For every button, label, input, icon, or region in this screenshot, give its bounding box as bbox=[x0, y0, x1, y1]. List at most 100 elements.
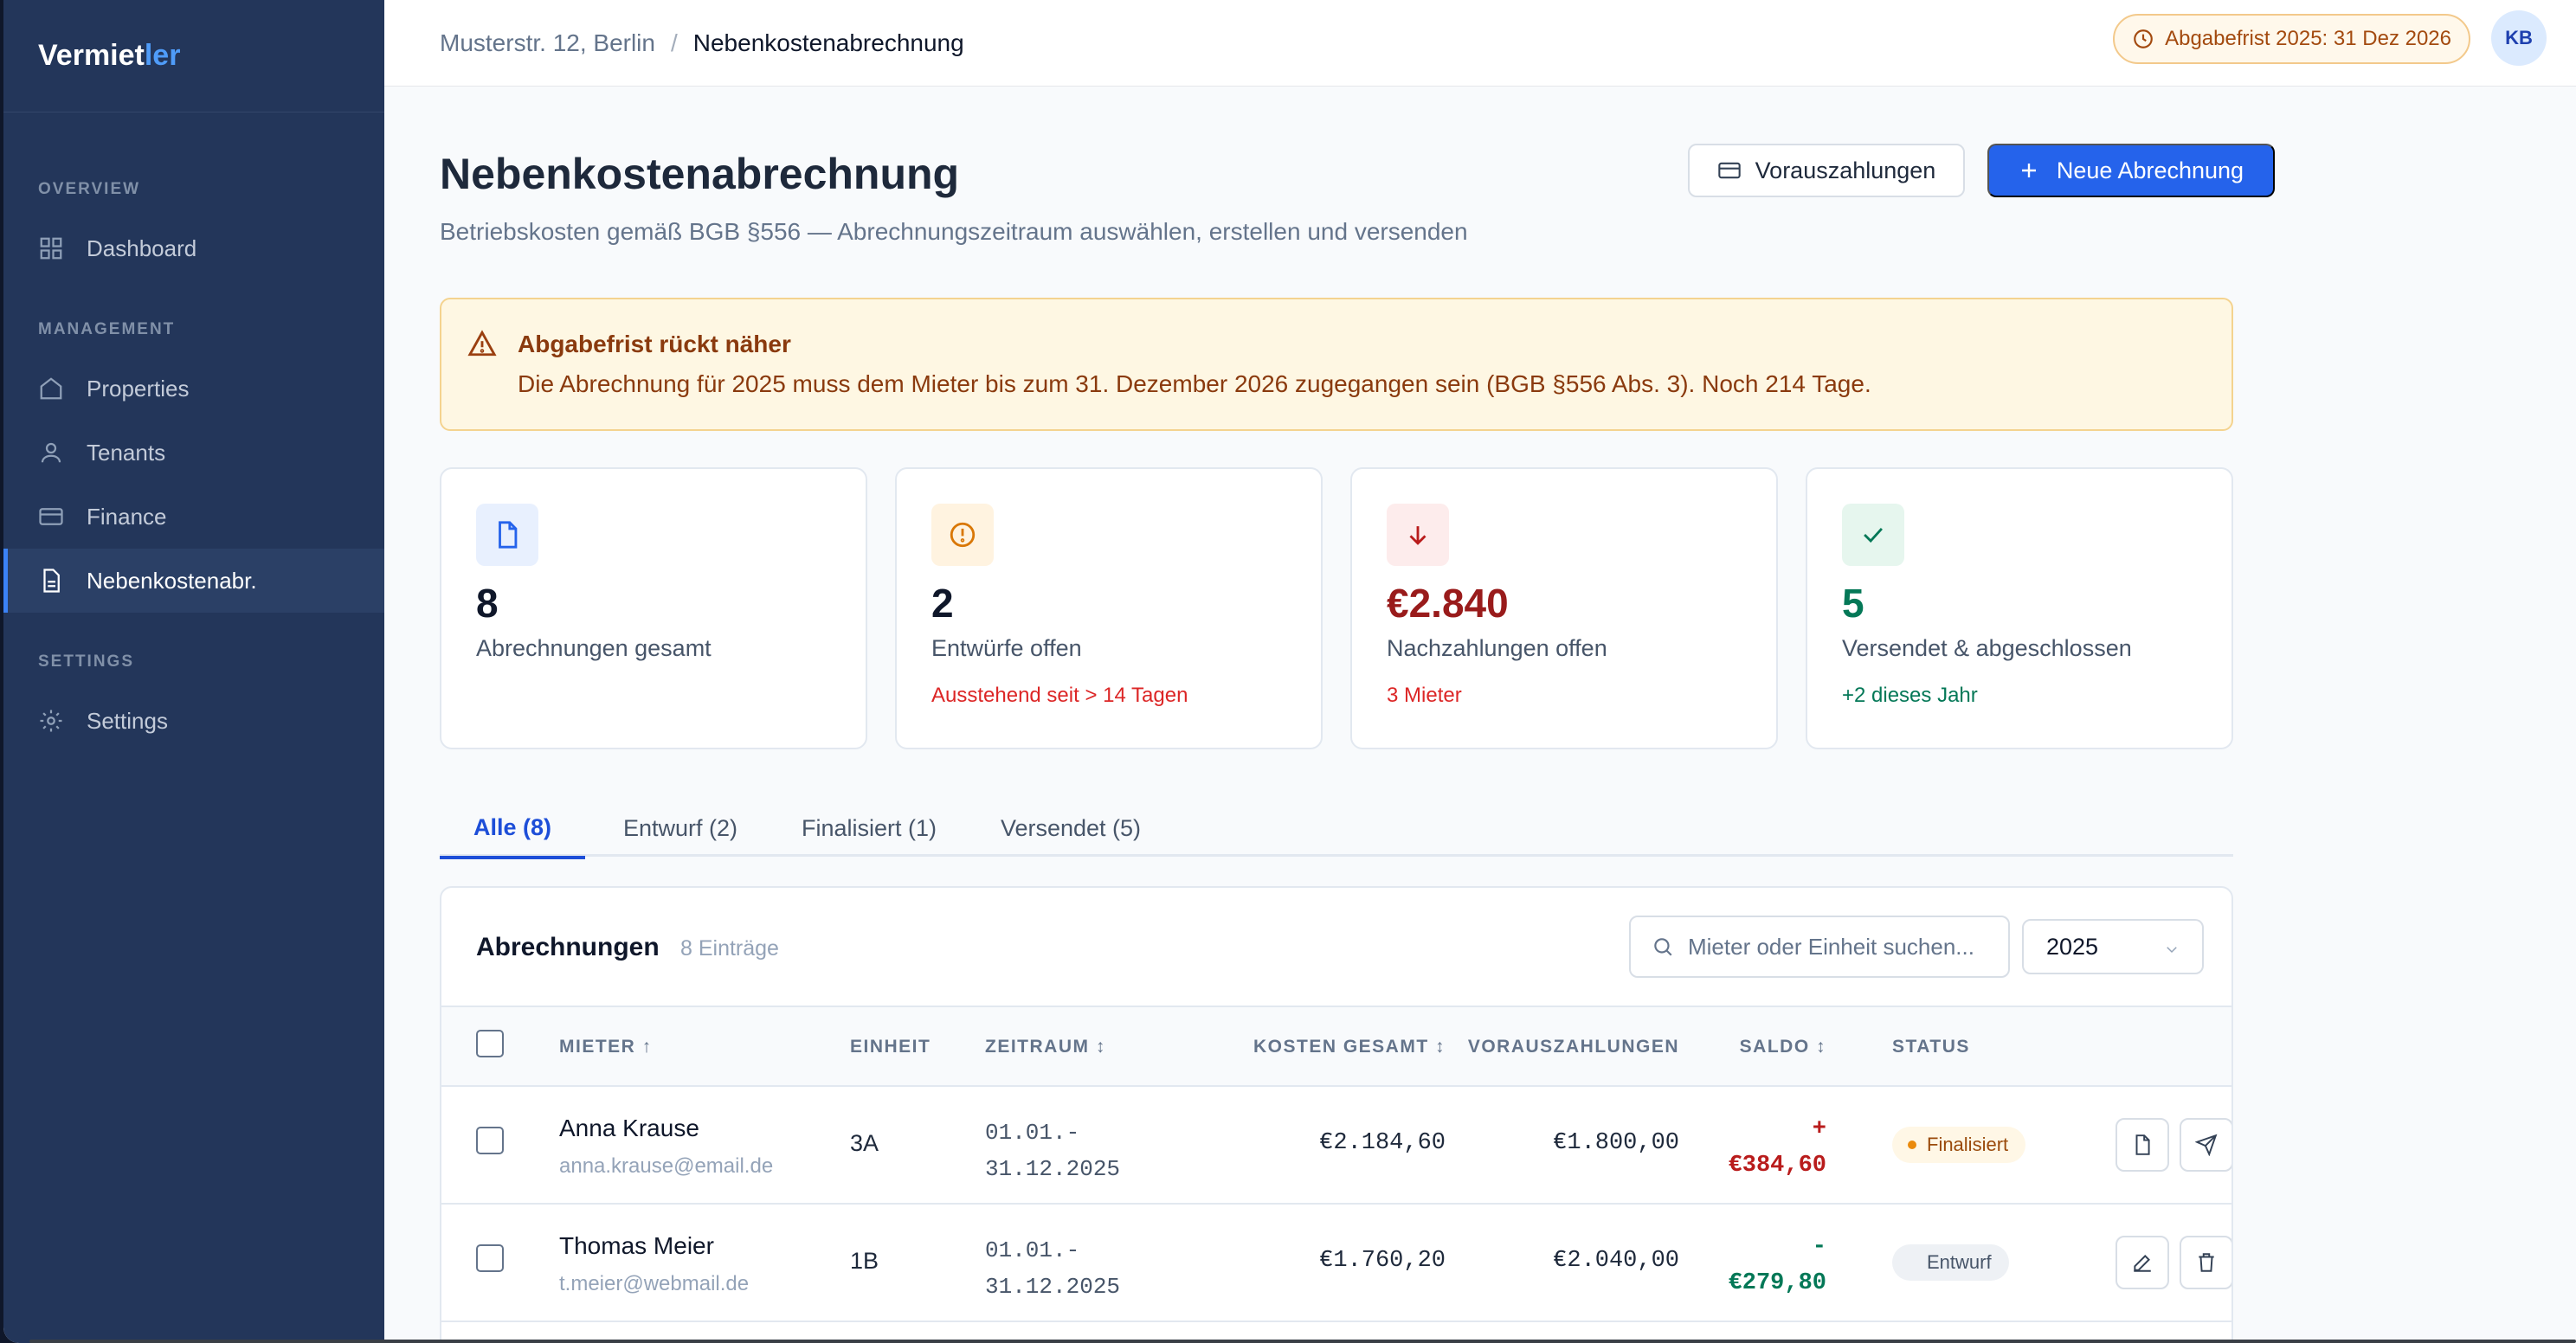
page-title: Nebenkostenabrechnung bbox=[440, 150, 960, 198]
select-all-checkbox[interactable] bbox=[476, 1030, 504, 1057]
column-header-prepayments: VORAUSZAHLUNGEN bbox=[1467, 1037, 1679, 1057]
row-checkbox[interactable] bbox=[476, 1127, 504, 1154]
view-pdf-button[interactable] bbox=[2116, 1118, 2169, 1172]
credit-card-icon bbox=[1717, 162, 1741, 179]
column-header-tenant[interactable]: MIETER ↑ bbox=[559, 1007, 653, 1087]
main-area: Musterstr. 12, Berlin / Nebenkostenabrec… bbox=[384, 0, 2576, 1343]
stat-subtext: 3 Mieter bbox=[1387, 684, 1462, 707]
breadcrumb-current: Nebenkostenabrechnung bbox=[692, 29, 964, 56]
new-statement-button[interactable]: Neue Abrechnung bbox=[1987, 144, 2275, 197]
status-badge: Entwurf bbox=[1892, 1244, 2009, 1281]
tab-all[interactable]: Alle (8) bbox=[440, 800, 585, 859]
stat-label: Entwürfe offen bbox=[931, 635, 1082, 661]
saldo-cell: - €279,80 bbox=[1653, 1229, 1826, 1301]
stat-label: Versendet & abgeschlossen bbox=[1842, 635, 2132, 661]
year-select-value: 2025 bbox=[2046, 933, 2099, 960]
status-label: Entwurf bbox=[1927, 1251, 1992, 1273]
tenant-email: anna.krause@email.de bbox=[559, 1154, 774, 1178]
row-checkbox[interactable] bbox=[476, 1244, 504, 1272]
unit-cell: 3A bbox=[850, 1130, 879, 1156]
tenant-name[interactable]: Anna Krause bbox=[559, 1115, 699, 1142]
document-icon bbox=[2135, 1134, 2150, 1155]
app-logo[interactable]: Vermiet ler bbox=[3, 0, 384, 112]
deadline-badge: Abgabefrist 2025: 31 Dez 2026 bbox=[2113, 14, 2470, 64]
breadcrumb-parent[interactable]: Musterstr. 12, Berlin bbox=[440, 29, 655, 57]
tenant-name[interactable]: Thomas Meier bbox=[559, 1232, 714, 1260]
deadline-alert: Abgabefrist rückt näher Die Abrechnung f… bbox=[440, 298, 2233, 431]
search-icon bbox=[1654, 938, 1672, 956]
column-header-period[interactable]: ZEITRAUM ↕ bbox=[985, 1007, 1106, 1087]
column-header-total[interactable]: KOSTEN GESAMT ↕ bbox=[1229, 1007, 1446, 1087]
sidebar-item-settings[interactable]: Settings bbox=[3, 689, 384, 753]
stat-value: €2.840 bbox=[1387, 581, 1509, 626]
search-box[interactable] bbox=[1629, 916, 2010, 978]
prepayment-cell: €2.040,00 bbox=[1553, 1248, 1679, 1274]
logo-main: Vermiet bbox=[38, 39, 145, 72]
page-subtitle: Betriebskosten gemäß BGB §556 — Abrechnu… bbox=[440, 218, 1468, 245]
sidebar-item-label: Finance bbox=[87, 503, 167, 530]
chevron-down-icon bbox=[2167, 947, 2177, 954]
credit-card-icon bbox=[39, 508, 63, 525]
edit-icon bbox=[2134, 1255, 2151, 1272]
deadline-text: Abgabefrist 2025: 31 Dez 2026 bbox=[2165, 27, 2451, 50]
saldo-value: €384,60 bbox=[1728, 1153, 1826, 1179]
prepayments-button-label: Vorauszahlungen bbox=[1755, 157, 1936, 183]
stat-card-sent: 5 Versendet & abgeschlossen +2 dieses Ja… bbox=[1806, 467, 2233, 749]
sidebar: Vermiet ler OVERVIEW Dashboard MANAGEMENT… bbox=[3, 0, 384, 1343]
stat-value: 2 bbox=[931, 581, 954, 626]
prepayment-cell: €1.800,00 bbox=[1553, 1130, 1679, 1156]
stat-label: Nachzahlungen offen bbox=[1387, 635, 1607, 661]
tab-sent[interactable]: Versendet (5) bbox=[982, 800, 1160, 857]
grid-icon bbox=[40, 237, 62, 260]
send-button[interactable] bbox=[2180, 1118, 2231, 1172]
stat-card-drafts: 2 Entwürfe offen Ausstehend seit > 14 Ta… bbox=[895, 467, 1323, 749]
stat-subtext: Ausstehend seit > 14 Tagen bbox=[931, 684, 1188, 707]
stat-card-total: 8 Abrechnungen gesamt bbox=[440, 467, 867, 749]
stats-row: 8 Abrechnungen gesamt 2 Entwürfe offen A… bbox=[440, 467, 2233, 749]
logo-accent: ler bbox=[144, 39, 181, 72]
year-select[interactable]: 2025 bbox=[2022, 919, 2204, 974]
clock-icon bbox=[2134, 29, 2153, 48]
period-cell: 01.01.- 31.12.2025 bbox=[985, 1115, 1120, 1187]
stat-icon-wrap bbox=[476, 504, 538, 566]
table-row: Anna Krause anna.krause@email.de 3A 01.0… bbox=[441, 1087, 2231, 1205]
status-badge: Finalisiert bbox=[1892, 1127, 2026, 1163]
tenant-email: t.meier@webmail.de bbox=[559, 1272, 750, 1295]
table-title: Abrechnungen bbox=[476, 933, 660, 961]
sidebar-item-properties[interactable]: Properties bbox=[3, 357, 384, 421]
sidebar-item-tenants[interactable]: Tenants bbox=[3, 421, 384, 485]
status-label: Finalisiert bbox=[1927, 1134, 2009, 1155]
alert-text: Die Abrechnung für 2025 muss dem Mieter … bbox=[518, 370, 1871, 397]
sidebar-item-dashboard[interactable]: Dashboard bbox=[3, 216, 384, 280]
search-input[interactable] bbox=[1688, 933, 2000, 961]
avatar[interactable]: KB bbox=[2491, 10, 2547, 66]
period-start: 01.01.- bbox=[985, 1237, 1080, 1263]
trash-icon bbox=[2199, 1253, 2214, 1272]
sidebar-item-label: Settings bbox=[87, 707, 168, 734]
column-header-saldo[interactable]: SALDO ↕ bbox=[1688, 1007, 1826, 1087]
document-icon bbox=[499, 521, 518, 549]
stat-subtext: +2 dieses Jahr bbox=[1842, 684, 1978, 707]
table-count: 8 Einträge bbox=[680, 936, 779, 961]
topbar: Musterstr. 12, Berlin / Nebenkostenabrec… bbox=[384, 0, 2576, 87]
prepayments-button[interactable]: Vorauszahlungen bbox=[1688, 144, 1965, 197]
alert-circle-icon bbox=[950, 522, 976, 548]
stat-value: 8 bbox=[476, 581, 499, 626]
nav-section-management: MANAGEMENT bbox=[38, 320, 176, 338]
sidebar-item-finance[interactable]: Finance bbox=[3, 485, 384, 549]
sidebar-item-nebenkosten[interactable]: Nebenkostenabr. bbox=[3, 549, 384, 613]
period-end: 31.12.2025 bbox=[985, 1156, 1121, 1182]
sidebar-item-label: Dashboard bbox=[87, 235, 197, 261]
stat-icon-wrap bbox=[1387, 504, 1449, 566]
gear-icon bbox=[40, 710, 62, 732]
statements-table-card: Abrechnungen 8 Einträge 2025 MIETER ↑ EI… bbox=[440, 886, 2233, 1343]
tab-draft[interactable]: Entwurf (2) bbox=[604, 800, 757, 857]
home-icon bbox=[40, 377, 62, 400]
delete-button[interactable] bbox=[2180, 1236, 2231, 1289]
tab-finalized[interactable]: Finalisiert (1) bbox=[776, 800, 963, 857]
unit-cell: 1B bbox=[850, 1248, 879, 1274]
stat-card-back-payments: €2.840 Nachzahlungen offen 3 Mieter bbox=[1350, 467, 1778, 749]
check-icon bbox=[1864, 527, 1883, 543]
edit-button[interactable] bbox=[2116, 1236, 2169, 1289]
table-header: MIETER ↑ EINHEIT ZEITRAUM ↕ KOSTEN GESAM… bbox=[441, 1006, 2231, 1087]
